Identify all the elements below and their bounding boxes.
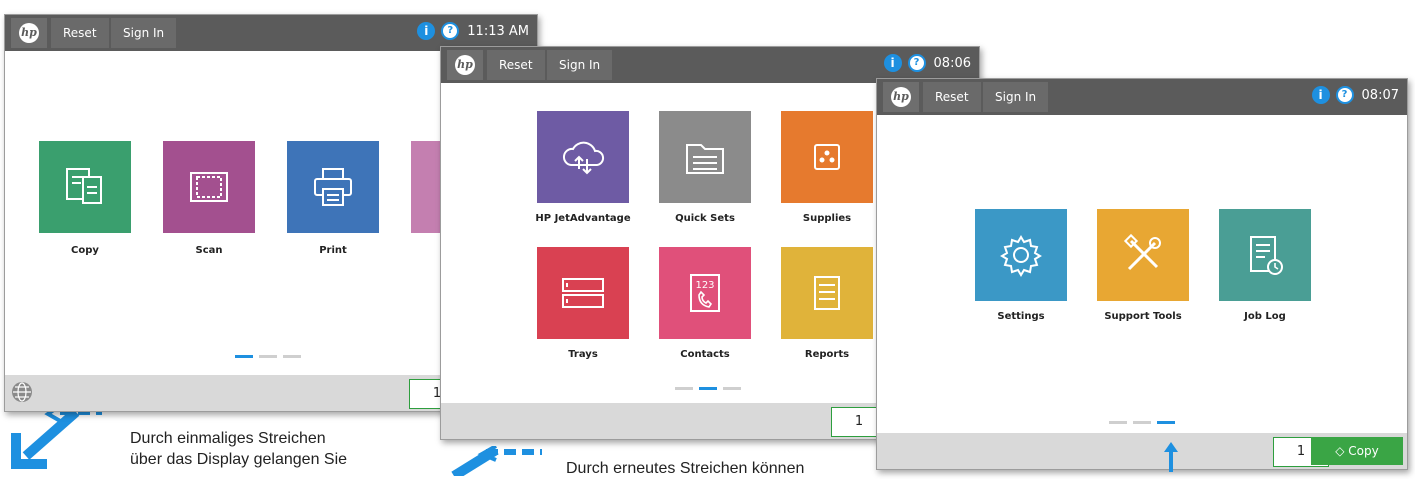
print-label: Print: [319, 245, 347, 256]
bottom-bar: 1 ◇ Copy: [877, 433, 1407, 469]
gear-icon: [1000, 235, 1042, 277]
reset-button[interactable]: Reset: [487, 50, 545, 80]
settings-label: Settings: [997, 311, 1045, 322]
quick-sets-tile[interactable]: [659, 111, 751, 203]
page-indicator: [675, 387, 741, 390]
copy-button-label: Copy: [1348, 444, 1379, 458]
sign-in-button[interactable]: Sign In: [983, 82, 1049, 112]
supplies-icon: [814, 144, 840, 170]
info-icon[interactable]: i: [883, 54, 902, 72]
copy-start-button[interactable]: ◇ Copy: [1311, 437, 1403, 465]
swipe-caption-2: Durch erneutes Streichen können: [566, 460, 805, 477]
trays-label: Trays: [568, 349, 598, 360]
page-dot-1[interactable]: [675, 387, 693, 390]
page-dot-2[interactable]: [699, 387, 717, 390]
page-dot-2[interactable]: [259, 355, 277, 358]
hp-logo-icon: hp: [891, 87, 911, 107]
swipe-caption-1: Durch einmaliges Streichen über das Disp…: [130, 428, 347, 470]
trays-icon: [562, 278, 604, 308]
reset-button[interactable]: Reset: [923, 82, 981, 112]
help-icon[interactable]: ?: [907, 54, 926, 72]
tools-icon: [1123, 233, 1161, 271]
clock: 08:07: [1361, 87, 1399, 103]
trays-tile[interactable]: [537, 247, 629, 339]
hp-logo[interactable]: hp: [11, 18, 47, 48]
hp-logo-icon: hp: [455, 55, 475, 75]
caption-line: über das Display gelangen Sie: [130, 451, 348, 468]
svg-text:123: 123: [695, 280, 714, 291]
info-icon[interactable]: i: [417, 22, 436, 40]
contacts-label: Contacts: [680, 349, 730, 360]
jetadvantage-label: HP JetAdvantage: [535, 213, 631, 224]
help-icon[interactable]: ?: [441, 22, 460, 40]
info-icon[interactable]: i: [1311, 86, 1330, 104]
job-log-tile[interactable]: [1219, 209, 1311, 301]
clock: 08:06: [933, 55, 971, 71]
copy-label: Copy: [71, 245, 99, 256]
page-dot-1[interactable]: [235, 355, 253, 358]
page-dot-3[interactable]: [283, 355, 301, 358]
hp-logo[interactable]: hp: [883, 82, 919, 112]
scan-label: Scan: [195, 245, 223, 256]
home-screen-page-3: hp Reset Sign In i ? 08:07 Settings Supp…: [876, 78, 1408, 470]
page-indicator: [1109, 421, 1175, 424]
globe-icon[interactable]: [11, 381, 33, 403]
support-tools-tile[interactable]: [1097, 209, 1189, 301]
jetadvantage-tile[interactable]: [537, 111, 629, 203]
page-dot-3[interactable]: [723, 387, 741, 390]
page-dot-1[interactable]: [1109, 421, 1127, 424]
page-dot-3[interactable]: [1157, 421, 1175, 424]
swipe-gesture-icon: [11, 404, 102, 469]
reports-tile[interactable]: [781, 247, 873, 339]
reports-icon: [814, 276, 840, 310]
copy-tile[interactable]: [39, 141, 131, 233]
quick-sets-label: Quick Sets: [675, 213, 735, 224]
reset-button[interactable]: Reset: [51, 18, 109, 48]
cloud-icon: [562, 141, 605, 175]
quick-sets-icon: [686, 144, 724, 174]
settings-tile[interactable]: [975, 209, 1067, 301]
hp-logo-icon: hp: [19, 23, 39, 43]
scan-icon: [190, 172, 228, 202]
sign-in-button[interactable]: Sign In: [547, 50, 613, 80]
scan-tile[interactable]: [163, 141, 255, 233]
copy-icon: [66, 168, 102, 204]
up-arrow-icon: [1164, 442, 1178, 472]
top-bar: hp Reset Sign In i ? 08:07: [877, 79, 1407, 115]
caption-line: Durch einmaliges Streichen: [130, 430, 326, 447]
print-tile[interactable]: [287, 141, 379, 233]
support-tools-label: Support Tools: [1104, 311, 1182, 322]
help-icon[interactable]: ?: [1335, 86, 1354, 104]
job-log-label: Job Log: [1244, 311, 1286, 322]
page-indicator: [235, 355, 301, 358]
job-log-icon: [1250, 236, 1283, 275]
clock: 11:13 AM: [467, 23, 529, 39]
page-dot-2[interactable]: [1133, 421, 1151, 424]
start-icon: ◇: [1335, 444, 1349, 458]
contacts-icon: 123: [690, 274, 720, 312]
hp-logo[interactable]: hp: [447, 50, 483, 80]
sign-in-button[interactable]: Sign In: [111, 18, 177, 48]
contacts-tile[interactable]: 123: [659, 247, 751, 339]
print-icon: [314, 168, 352, 206]
supplies-tile[interactable]: [781, 111, 873, 203]
